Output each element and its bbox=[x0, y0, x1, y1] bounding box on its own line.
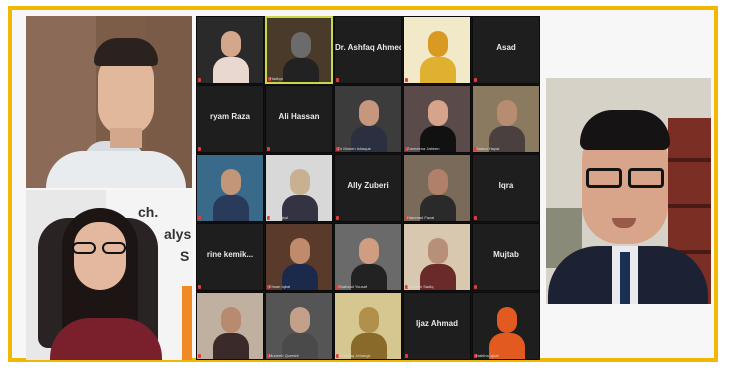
mic-muted-icon bbox=[267, 147, 270, 151]
participant-name: Asad bbox=[496, 43, 516, 52]
participant-gallery-grid: Hadiqa Dr. Ashfaq Ahmed Asad ryam Raza Ali H… bbox=[196, 16, 540, 360]
mic-muted-icon bbox=[474, 216, 477, 220]
participant-caption: Muneeb Qureshi bbox=[269, 353, 299, 358]
participant-tile[interactable]: Ijaz Ahmad bbox=[403, 292, 471, 360]
tile-video-body bbox=[283, 58, 319, 82]
tile-video-body bbox=[420, 57, 456, 83]
participant-name: Iqra bbox=[498, 181, 514, 190]
participant-tile[interactable]: Asad bbox=[472, 16, 540, 84]
participant-video-bottom-left: ch. alysis S bbox=[26, 190, 192, 360]
mic-muted-icon bbox=[198, 78, 201, 82]
participant-tile[interactable] bbox=[403, 16, 471, 84]
tile-video-head bbox=[291, 32, 311, 58]
tile-video-head bbox=[221, 307, 241, 333]
participant-tile[interactable]: Arshi Iqbal bbox=[265, 154, 333, 222]
participant-tile[interactable]: Mujtab bbox=[472, 223, 540, 291]
participant-tile[interactable]: Nabiha Iqbal bbox=[472, 292, 540, 360]
participant-caption: Nasreen Sadiq bbox=[407, 284, 434, 289]
tile-video-head bbox=[290, 169, 310, 195]
participant-tile[interactable] bbox=[196, 16, 264, 84]
tile-video-head bbox=[221, 31, 241, 57]
participant-caption: Ehsan Iqbal bbox=[269, 284, 291, 289]
participant-caption: Samra Hayat bbox=[476, 146, 500, 151]
mic-muted-icon bbox=[336, 216, 339, 220]
avatar bbox=[26, 16, 192, 188]
tile-video-head bbox=[497, 100, 517, 126]
participant-tile[interactable]: Iqra bbox=[472, 154, 540, 222]
tile-video-head bbox=[428, 100, 448, 126]
mic-muted-icon bbox=[405, 78, 408, 82]
participant-tile[interactable]: Ehsan Iqbal bbox=[265, 223, 333, 291]
participant-name: Mujtab bbox=[493, 250, 519, 259]
tile-video-head bbox=[497, 307, 517, 333]
mic-muted-icon bbox=[474, 78, 477, 82]
participant-caption: Dr Ishfaq Jehangir bbox=[338, 353, 371, 358]
mic-muted-icon bbox=[474, 285, 477, 289]
avatar bbox=[26, 190, 192, 360]
participant-tile[interactable]: Zarmeena Jabeen bbox=[403, 85, 471, 153]
participant-tile[interactable]: ryam Raza bbox=[196, 85, 264, 153]
tile-video-head bbox=[428, 238, 448, 264]
tile-video-head bbox=[221, 169, 241, 195]
tile-video-head bbox=[290, 238, 310, 264]
participant-caption: Hadiqa bbox=[270, 76, 283, 81]
participant-tile[interactable] bbox=[196, 154, 264, 222]
participant-caption: Zarmeena Jabeen bbox=[407, 146, 440, 151]
participant-tile[interactable]: Dr Moeen Ishaque bbox=[334, 85, 402, 153]
participant-video-top-left bbox=[26, 16, 192, 188]
tile-video-head bbox=[359, 100, 379, 126]
participant-name: Ali Hassan bbox=[278, 112, 320, 121]
participant-tile[interactable] bbox=[196, 292, 264, 360]
tile-video-body bbox=[213, 333, 249, 359]
tile-video-head bbox=[428, 31, 448, 57]
tile-video-body bbox=[213, 195, 249, 221]
mic-muted-icon bbox=[198, 285, 201, 289]
participant-tile[interactable]: Dr Ishfaq Jehangir bbox=[334, 292, 402, 360]
participant-tile[interactable]: Samra Hayat bbox=[472, 85, 540, 153]
participant-tile[interactable]: rine kemik... bbox=[196, 223, 264, 291]
participant-name: Ijaz Ahmad bbox=[416, 319, 458, 328]
tile-video-head bbox=[359, 238, 379, 264]
participant-name: rine kemik... bbox=[206, 250, 254, 259]
tile-video-head bbox=[428, 169, 448, 195]
participant-caption: Shahzad Yousaf bbox=[338, 284, 367, 289]
participant-tile[interactable]: Muneeb Qureshi bbox=[265, 292, 333, 360]
participant-tile-active[interactable]: Hadiqa bbox=[265, 16, 333, 84]
mic-muted-icon bbox=[198, 147, 201, 151]
participant-caption: Nabiha Iqbal bbox=[476, 353, 499, 358]
participant-tile[interactable]: Ali Hassan bbox=[265, 85, 333, 153]
participant-tile[interactable]: Nasreen Sadiq bbox=[403, 223, 471, 291]
participant-tile[interactable]: Shahzad Yousaf bbox=[334, 223, 402, 291]
tile-video-head bbox=[290, 307, 310, 333]
participant-caption: Hammad Fazal bbox=[407, 215, 435, 220]
participant-name: Ally Zuberi bbox=[347, 181, 389, 190]
avatar bbox=[546, 78, 711, 304]
mic-muted-icon bbox=[336, 78, 339, 82]
participant-name: Dr. Ashfaq Ahmed bbox=[335, 43, 401, 52]
tile-video-head bbox=[359, 307, 379, 333]
mic-muted-icon bbox=[198, 216, 201, 220]
participant-caption: Dr Moeen Ishaque bbox=[338, 146, 371, 151]
participant-video-right bbox=[546, 78, 711, 304]
mic-muted-icon bbox=[405, 354, 408, 358]
participant-caption: Arshi Iqbal bbox=[269, 215, 288, 220]
participant-tile[interactable]: Dr. Ashfaq Ahmed bbox=[334, 16, 402, 84]
participant-name: ryam Raza bbox=[209, 112, 251, 121]
participant-tile[interactable]: Ally Zuberi bbox=[334, 154, 402, 222]
tile-video-body bbox=[213, 57, 249, 83]
participant-tile[interactable]: Hammad Fazal bbox=[403, 154, 471, 222]
mic-muted-icon bbox=[198, 354, 201, 358]
